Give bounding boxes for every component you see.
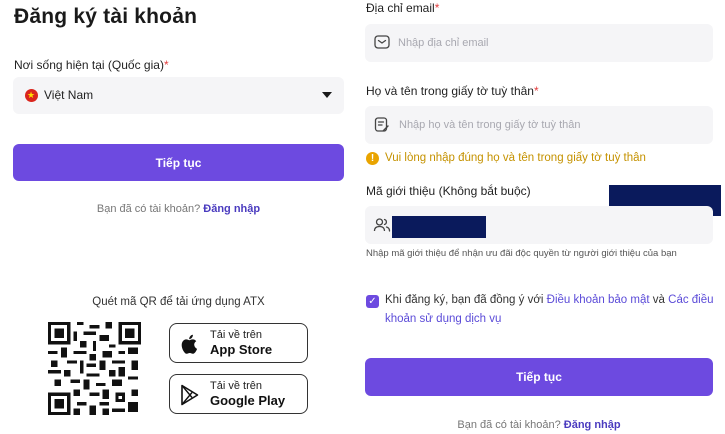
- google-play-button[interactable]: Tải về trên Google Play: [169, 374, 308, 414]
- continue-button-label: Tiếp tục: [516, 370, 562, 384]
- referral-redaction: [392, 216, 486, 238]
- referral-hint: Nhập mã giới thiệu để nhận ưu đãi độc qu…: [366, 248, 677, 259]
- country-select[interactable]: Việt Nam: [13, 77, 344, 114]
- users-icon: [373, 218, 391, 232]
- google-play-line1: Tải về trên: [210, 380, 262, 392]
- warning-icon: !: [366, 152, 379, 165]
- country-label-text: Nơi sống hiện tại (Quốc gia): [14, 58, 164, 72]
- referral-label: Mã giới thiệu (Không bắt buộc): [366, 184, 531, 198]
- fullname-warning: Vui lòng nhập đúng họ và tên trong giấy …: [385, 152, 646, 164]
- continue-button-label: Tiếp tục: [155, 155, 202, 170]
- apple-icon: [181, 334, 198, 354]
- fullname-label: Họ và tên trong giấy tờ tuỳ thân*: [366, 84, 539, 98]
- terms-prefix: Khi đăng ký, bạn đã đồng ý với: [385, 294, 544, 306]
- continue-button[interactable]: Tiếp tục: [365, 358, 713, 396]
- chevron-down-icon: [322, 92, 332, 98]
- google-play-line2: Google Play: [210, 393, 286, 408]
- have-account-text: Bạn đã có tài khoản?: [96, 203, 201, 215]
- login-prompt: Bạn đã có tài khoản? Đăng nhập: [365, 419, 713, 431]
- app-store-line1: Tải về trên: [210, 329, 262, 341]
- email-label: Địa chỉ email*: [366, 1, 439, 15]
- mail-icon: [374, 35, 390, 49]
- fullname-label-text: Họ và tên trong giấy tờ tuỳ thân: [366, 84, 534, 98]
- login-link[interactable]: Đăng nhập: [203, 203, 260, 215]
- qr-code: [48, 322, 141, 415]
- google-play-icon: [181, 384, 199, 406]
- terms-text: Khi đăng ký, bạn đã đồng ý với Điều khoả…: [385, 291, 720, 329]
- required-mark: *: [163, 58, 169, 72]
- email-label-text: Địa chỉ email: [366, 1, 435, 15]
- page-title: Đăng ký tài khoản: [14, 5, 198, 28]
- referral-input[interactable]: [365, 206, 713, 244]
- continue-button[interactable]: Tiếp tục: [13, 144, 344, 181]
- terms-and: và: [652, 294, 665, 306]
- have-account-text: Bạn đã có tài khoản?: [457, 419, 561, 431]
- app-store-line2: App Store: [210, 342, 273, 357]
- id-card-icon: [374, 117, 389, 132]
- email-placeholder: Nhập địa chỉ email: [398, 37, 489, 49]
- qr-caption: Quét mã QR để tải ứng dụng ATX: [92, 296, 265, 308]
- country-select-value: Việt Nam: [44, 88, 94, 102]
- required-mark: *: [434, 1, 440, 15]
- privacy-terms-link[interactable]: Điều khoản bảo mật: [547, 294, 650, 306]
- vietnam-flag-icon: [25, 88, 38, 102]
- email-input[interactable]: Nhập địa chỉ email: [365, 24, 713, 62]
- terms-checkbox[interactable]: ✓: [366, 295, 379, 308]
- login-link[interactable]: Đăng nhập: [564, 419, 621, 431]
- country-label: Nơi sống hiện tại (Quốc gia)*: [14, 58, 169, 72]
- fullname-input[interactable]: Nhập họ và tên trong giấy tờ tuỳ thân: [365, 106, 713, 144]
- required-mark: *: [533, 84, 539, 98]
- fullname-placeholder: Nhập họ và tên trong giấy tờ tuỳ thân: [399, 119, 581, 131]
- login-prompt: Bạn đã có tài khoản? Đăng nhập: [0, 203, 357, 215]
- app-store-button[interactable]: Tải về trên App Store: [169, 323, 308, 363]
